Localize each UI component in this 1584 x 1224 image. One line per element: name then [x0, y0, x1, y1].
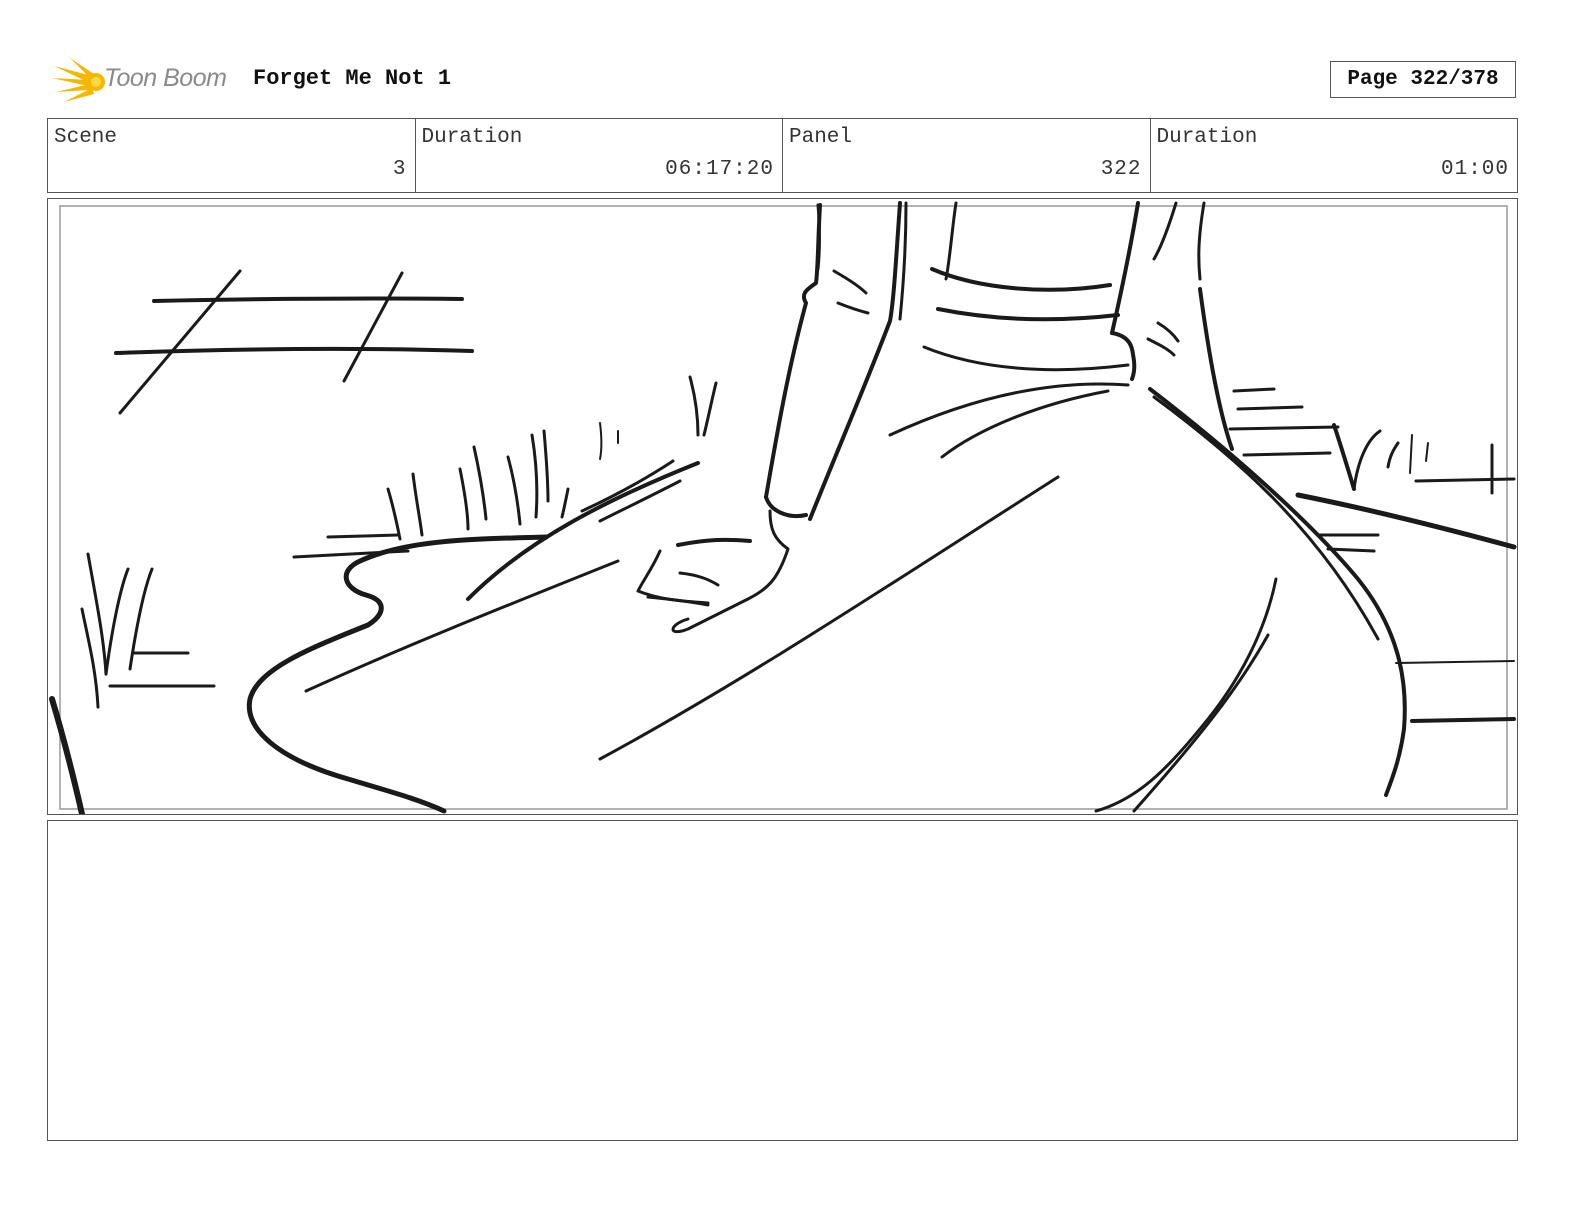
- panel-notes-area: [47, 820, 1518, 1141]
- logo-text: Toon Boom: [104, 64, 227, 92]
- panel-value: 322: [1100, 158, 1142, 181]
- page-number: Page 322/378: [1330, 61, 1516, 98]
- storyboard-panel-image: [47, 198, 1518, 815]
- panel-info-table: Scene 3 Duration 06:17:20 Panel 322 Dura…: [47, 118, 1518, 193]
- scene-duration-value: 06:17:20: [665, 158, 774, 181]
- scene-value: 3: [392, 158, 407, 181]
- sketch-drawing: [49, 201, 1517, 814]
- project-title: Forget Me Not 1: [253, 66, 452, 91]
- scene-duration-cell: Duration 06:17:20: [416, 119, 783, 192]
- panel-duration-cell: Duration 01:00: [1151, 119, 1518, 192]
- toon-boom-logo: Toon Boom: [52, 56, 238, 106]
- star-burst-icon: [52, 58, 105, 102]
- panel-duration-value: 01:00: [1440, 158, 1509, 181]
- panel-cell: Panel 322: [783, 119, 1151, 192]
- page-header: Toon Boom Forget Me Not 1 Page 322/378: [0, 0, 1584, 118]
- scene-label: Scene: [54, 126, 118, 149]
- scene-cell: Scene 3: [48, 119, 416, 192]
- scene-duration-label: Duration: [421, 126, 523, 149]
- panel-duration-label: Duration: [1156, 126, 1258, 149]
- panel-label: Panel: [789, 126, 853, 149]
